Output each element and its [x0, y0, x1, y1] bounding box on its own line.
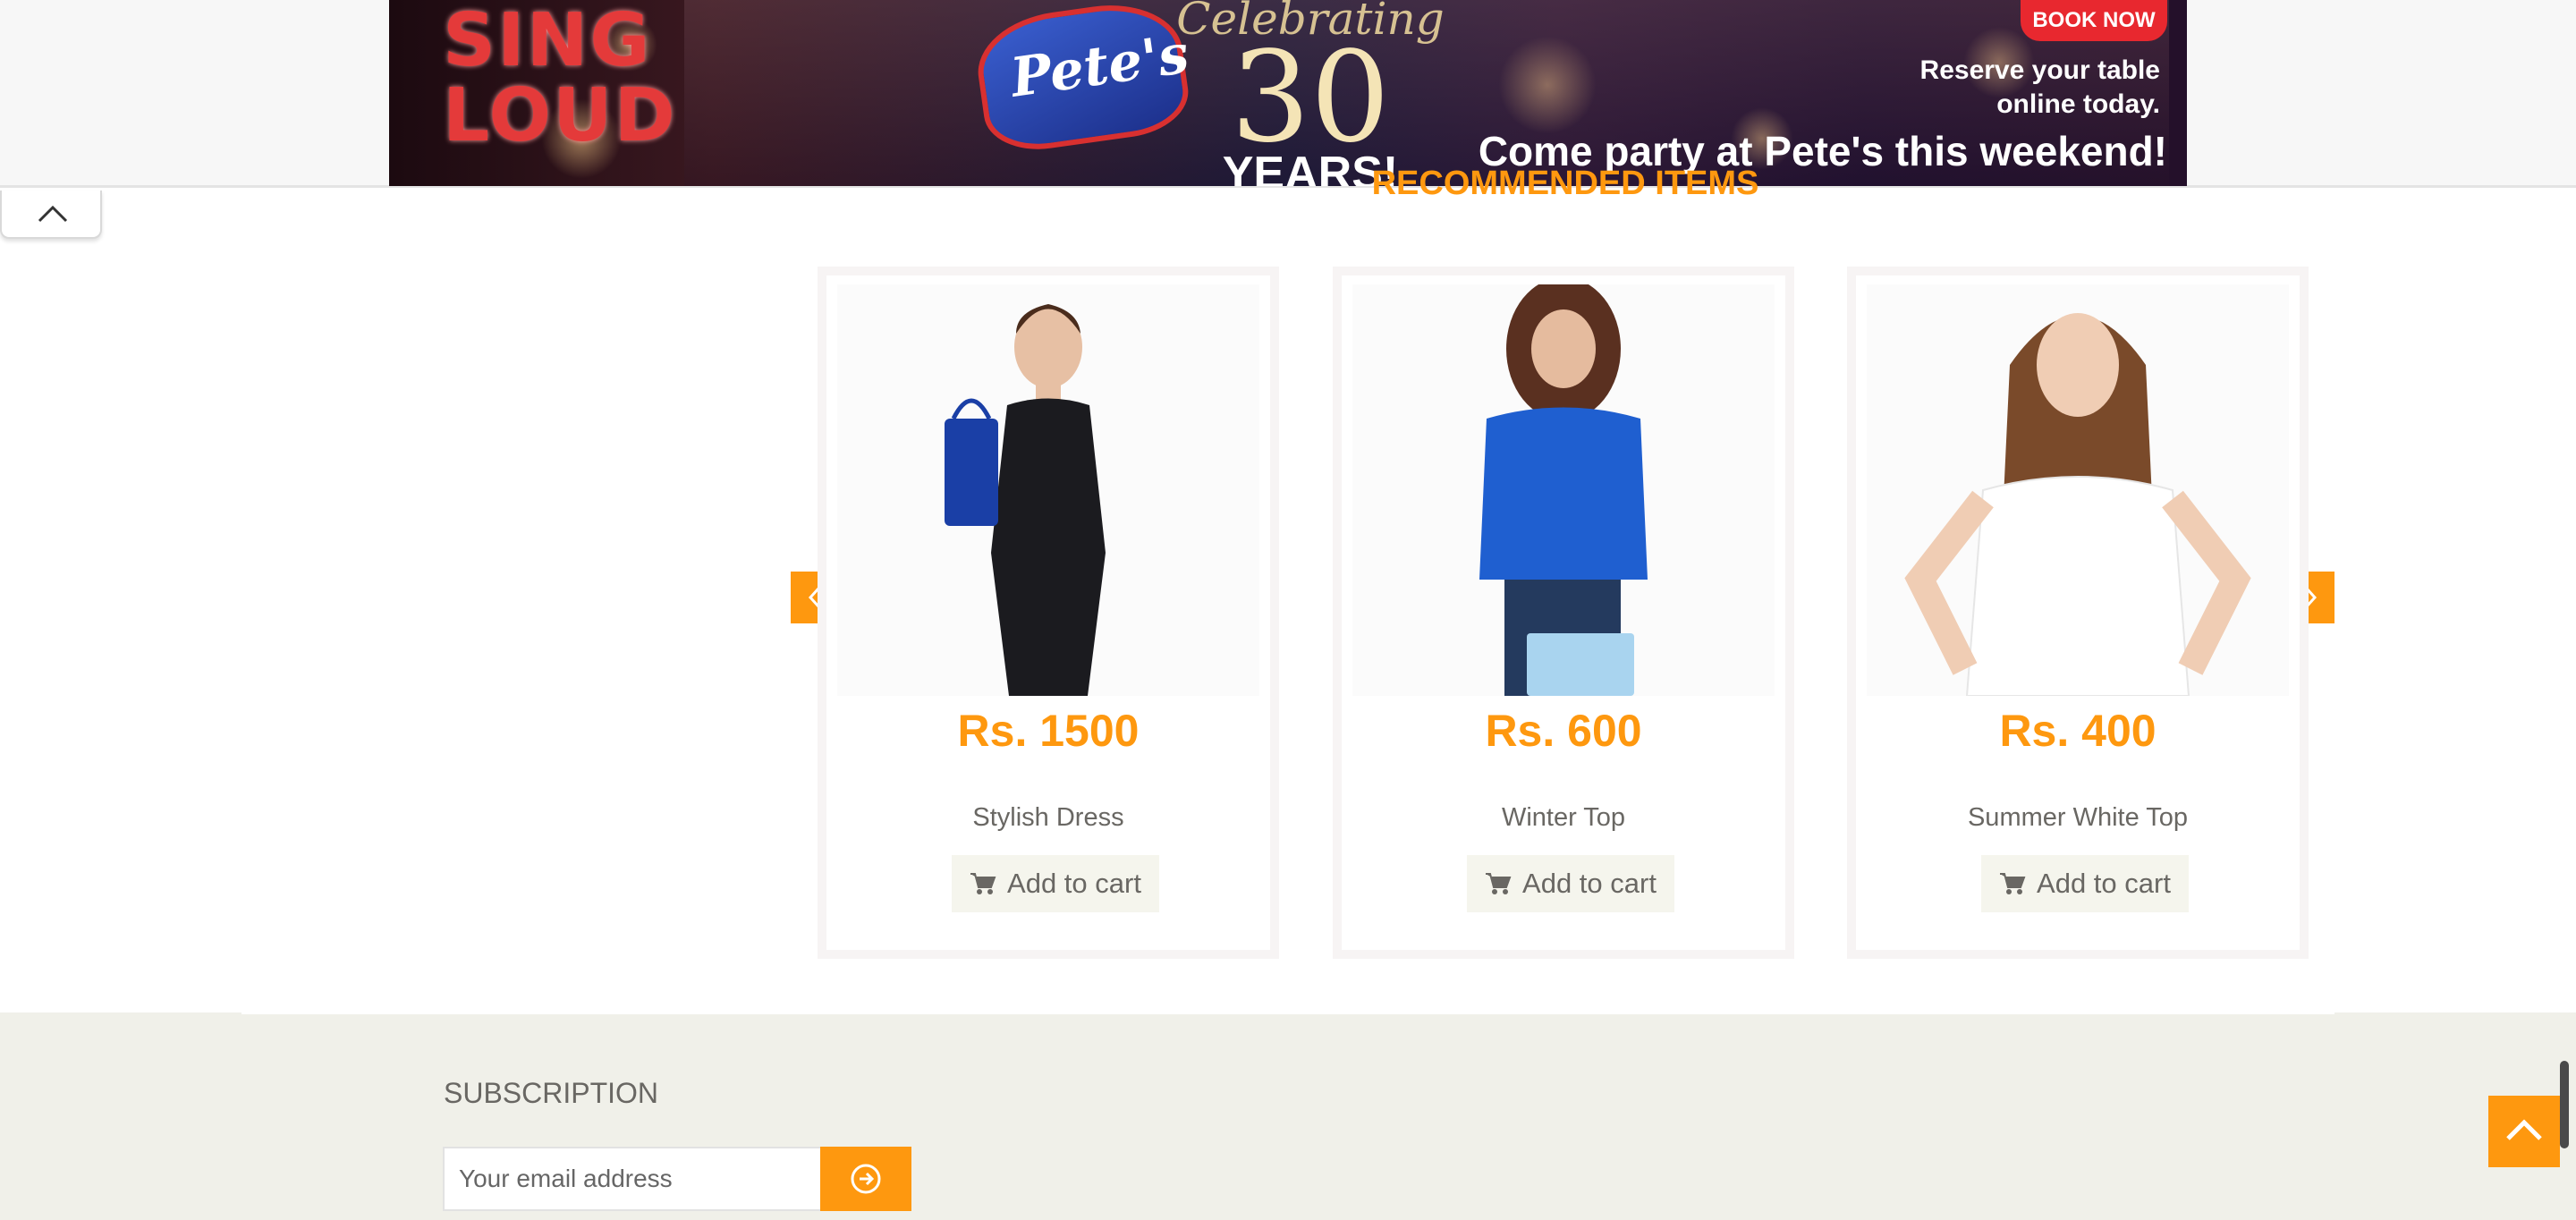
product-image[interactable]: [1867, 284, 2289, 696]
recommended-title: Recommended Items: [1371, 165, 1759, 202]
product-name[interactable]: Summer White Top: [1856, 803, 2300, 833]
collapse-ad-button[interactable]: [0, 191, 102, 239]
product-name[interactable]: Stylish Dress: [826, 803, 1270, 833]
chevron-up-icon: [38, 205, 68, 223]
subscription-email-input[interactable]: [443, 1147, 822, 1211]
add-to-cart-label: Add to cart: [1522, 868, 1657, 899]
ad-banner[interactable]: SING LOUD Pete's Celebrating 30 YEARS! B…: [389, 0, 2187, 186]
footer: SUBSCRIPTION: [0, 1012, 2576, 1220]
subscription-title: SUBSCRIPTION: [444, 1077, 659, 1109]
page: SING LOUD Pete's Celebrating 30 YEARS! B…: [0, 0, 2576, 1220]
ad-reserve-line2: online today.: [1996, 89, 2160, 119]
ad-anniversary: Celebrating 30 YEARS!: [1176, 0, 1445, 186]
ad-reserve-line1: Reserve your table: [1919, 55, 2160, 85]
footer-divider: [242, 1012, 2334, 1014]
arrow-circle-right-icon: [851, 1164, 881, 1194]
subscription-submit-button[interactable]: [820, 1147, 911, 1211]
add-to-cart-label: Add to cart: [2037, 868, 2171, 899]
cart-icon: [970, 873, 996, 894]
add-to-cart-button[interactable]: Add to cart: [952, 855, 1159, 912]
ad-reserve-text: Reserve your table online today.: [1892, 54, 2160, 122]
add-to-cart-button[interactable]: Add to cart: [1467, 855, 1674, 912]
product-price: Rs. 1500: [957, 706, 1140, 756]
scrollbar-thumb[interactable]: [2560, 1061, 2569, 1148]
ad-book-now-button[interactable]: BOOK NOW: [2021, 0, 2167, 41]
product-price: Rs. 600: [1485, 706, 1642, 756]
product-image[interactable]: [837, 284, 1259, 696]
product-name[interactable]: Winter Top: [1342, 803, 1785, 833]
product-price: Rs. 400: [1999, 706, 2157, 756]
add-to-cart-button[interactable]: Add to cart: [1981, 855, 2189, 912]
product-card: Rs. 600 Winter Top Add to cart: [1333, 267, 1794, 959]
ad-strip: SING LOUD Pete's Celebrating 30 YEARS! B…: [0, 0, 2576, 188]
cart-icon: [1486, 873, 1512, 894]
add-to-cart-label: Add to cart: [1007, 868, 1141, 899]
ad-sing-loud: SING LOUD: [443, 0, 677, 158]
product-image[interactable]: [1352, 284, 1775, 696]
ad-logo-text: Pete's: [1006, 22, 1193, 110]
product-card: Rs. 1500 Stylish Dress Add to cart: [818, 267, 1279, 959]
scroll-to-top-button[interactable]: [2488, 1096, 2560, 1167]
cart-icon: [2000, 873, 2026, 894]
ad-years-number: 30: [1230, 25, 1391, 171]
ad-celebrating: Celebrating: [1176, 0, 1445, 45]
chevron-up-icon: [2506, 1119, 2542, 1140]
product-card: Rs. 400 Summer White Top Add to cart: [1847, 267, 2309, 959]
